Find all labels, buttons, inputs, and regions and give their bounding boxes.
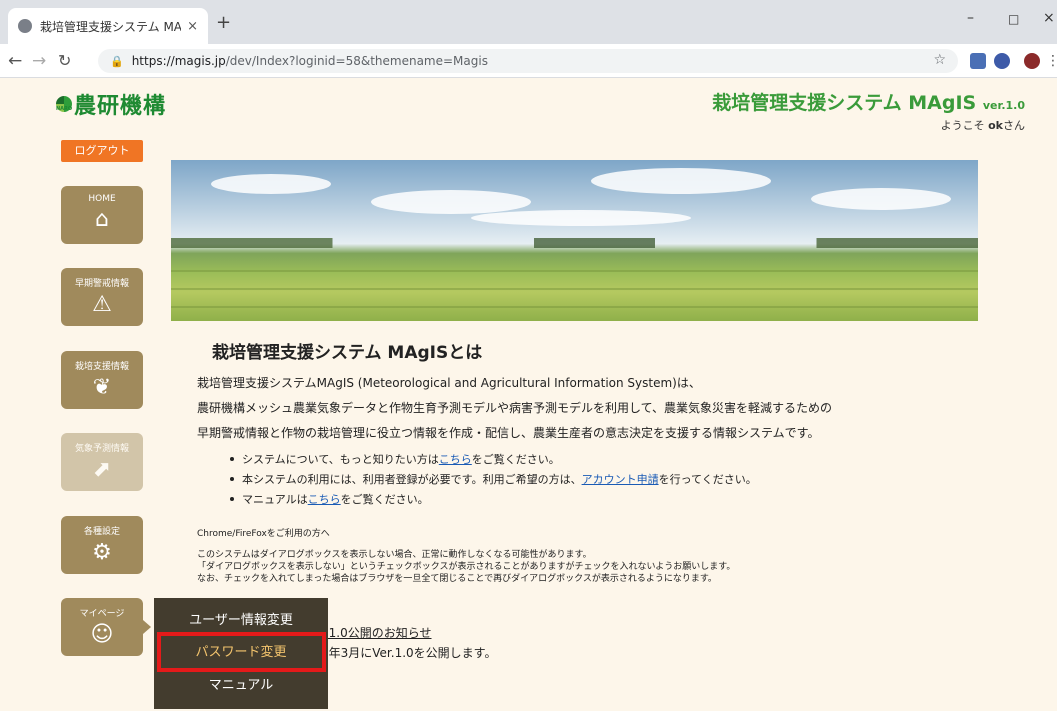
forward-arrow-icon[interactable]: → bbox=[32, 51, 46, 71]
maximize-button[interactable]: □ bbox=[1008, 12, 1019, 26]
landscape-banner-image bbox=[171, 160, 978, 321]
window-close-button[interactable]: × bbox=[1043, 10, 1055, 26]
welcome-message: ようこそ okさん bbox=[941, 117, 1025, 133]
home-icon: ⌂ bbox=[95, 207, 109, 232]
minimize-button[interactable]: – bbox=[967, 10, 974, 26]
warning-icon: ⚠ bbox=[92, 292, 112, 317]
bullet-text: マニュアルは bbox=[242, 493, 308, 506]
url-input[interactable]: 🔒 https://magis.jp/dev/Index?loginid=58&… bbox=[98, 49, 958, 73]
page-title: 栽培管理支援システム MAgISとは bbox=[212, 343, 483, 363]
manual-link[interactable]: こちら bbox=[308, 493, 341, 506]
intro-line-2: 農研機構メッシュ農業気象データと作物生育予測モデルや病害予測モデルを利用して、農… bbox=[197, 401, 833, 415]
news-link[interactable]: r.1.0公開のお知らせ bbox=[321, 624, 432, 641]
intro-line-1: 栽培管理支援システムMAgIS (Meteorological and Agri… bbox=[197, 376, 701, 390]
sidebar-item-label: HOME bbox=[88, 194, 116, 204]
bullet-text: をご覧ください。 bbox=[340, 493, 429, 506]
bookmark-star-icon[interactable]: ☆ bbox=[933, 52, 946, 68]
user-icon: ☺ bbox=[90, 622, 114, 647]
welcome-suffix: さん bbox=[1003, 119, 1025, 132]
back-arrow-icon[interactable]: ← bbox=[8, 51, 22, 71]
browser-note-heading: Chrome/FireFoxをご利用の方へ bbox=[197, 529, 330, 539]
browser-tab[interactable]: 栽培管理支援システム MAgIS × bbox=[8, 8, 208, 44]
url-path: /dev/Index?loginid=58&themename=Magis bbox=[225, 54, 488, 68]
logo-naro: NARO bbox=[56, 106, 73, 112]
tab-close-icon[interactable]: × bbox=[187, 19, 198, 34]
sidebar-item-label: マイページ bbox=[79, 609, 125, 619]
url-host: https://magis.jp bbox=[131, 54, 226, 68]
system-title: 栽培管理支援システム MAgIS ver.1.0 bbox=[712, 88, 1025, 115]
system-version: ver.1.0 bbox=[982, 99, 1025, 112]
logo-text: 農研機構 bbox=[74, 93, 167, 119]
welcome-prefix: ようこそ bbox=[940, 119, 989, 132]
plant-icon: ❦ bbox=[92, 375, 112, 400]
browser-note-line: なお、チェックを入れてしまった場合はブラウザを一旦全て閉じることで再びダイアログ… bbox=[197, 574, 717, 584]
menu-item-manual[interactable]: マニュアル bbox=[154, 674, 328, 693]
sidebar-item-label: 栽培支援情報 bbox=[74, 362, 129, 372]
account-request-link[interactable]: アカウント申請 bbox=[582, 473, 659, 486]
about-link[interactable]: こちら bbox=[439, 453, 472, 466]
bullet-about: システムについて、もっと知りたい方はこちらをご覧ください。 bbox=[230, 451, 560, 467]
news-text: 9年3月にVer.1.0を公開します。 bbox=[321, 646, 497, 660]
sidebar-item-home[interactable]: HOME ⌂ bbox=[61, 186, 143, 244]
sidebar-item-weather-forecast[interactable]: 気象予測情報 ⬈ bbox=[61, 433, 143, 491]
sidebar-item-mypage[interactable]: マイページ ☺ bbox=[61, 598, 151, 656]
sidebar-item-cultivation-support[interactable]: 栽培支援情報 ❦ bbox=[61, 351, 143, 409]
reload-icon[interactable]: ↻ bbox=[58, 51, 71, 70]
extension-translate-icon[interactable] bbox=[970, 53, 986, 69]
sidebar-item-settings[interactable]: 各種設定 ⚙ bbox=[61, 516, 143, 574]
logout-button[interactable]: ログアウト bbox=[61, 140, 143, 162]
tab-title: 栽培管理支援システム MAgIS bbox=[40, 19, 182, 34]
address-bar: ← → ↻ 🔒 https://magis.jp/dev/Index?login… bbox=[0, 44, 1057, 78]
bullet-account: 本システムの利用には、利用者登録が必要です。利用ご希望の方は、アカウント申請を行… bbox=[230, 471, 757, 487]
naro-logo[interactable]: 農研機構 NARO bbox=[56, 88, 166, 120]
bullet-text: システムについて、もっと知りたい方は bbox=[242, 453, 439, 466]
site-favicon-icon bbox=[18, 19, 32, 33]
sidebar-item-label: 各種設定 bbox=[83, 527, 120, 537]
bullet-text: を行ってください。 bbox=[658, 473, 757, 486]
profile-avatar-icon[interactable] bbox=[1024, 53, 1040, 69]
gear-icon: ⚙ bbox=[92, 540, 112, 565]
bullet-manual: マニュアルはこちらをご覧ください。 bbox=[230, 491, 429, 507]
system-title-text: 栽培管理支援システム MAgIS bbox=[712, 92, 977, 114]
bullet-text: をご覧ください。 bbox=[471, 453, 560, 466]
bullet-text: 本システムの利用には、利用者登録が必要です。利用ご希望の方は、 bbox=[242, 473, 582, 486]
new-tab-button[interactable]: + bbox=[216, 12, 231, 33]
intro-line-3: 早期警戒情報と作物の栽培管理に役立つ情報を作成・配信し、農業生産者の意志決定を支… bbox=[197, 426, 820, 440]
highlight-box bbox=[157, 632, 326, 672]
sidebar-item-label: 早期警戒情報 bbox=[74, 279, 129, 289]
browser-menu-icon[interactable]: ⋮ bbox=[1046, 53, 1057, 69]
extension-shield-icon[interactable] bbox=[994, 53, 1010, 69]
username: ok bbox=[988, 119, 1003, 132]
sidebar-item-early-warning[interactable]: 早期警戒情報 ⚠ bbox=[61, 268, 143, 326]
browser-titlebar: 栽培管理支援システム MAgIS × + – □ × bbox=[0, 0, 1057, 44]
chart-icon: ⬈ bbox=[92, 457, 112, 482]
menu-item-user-info[interactable]: ユーザー情報変更 bbox=[154, 609, 328, 628]
sidebar-item-label: 気象予測情報 bbox=[74, 444, 129, 454]
lock-icon: 🔒 bbox=[110, 54, 124, 68]
